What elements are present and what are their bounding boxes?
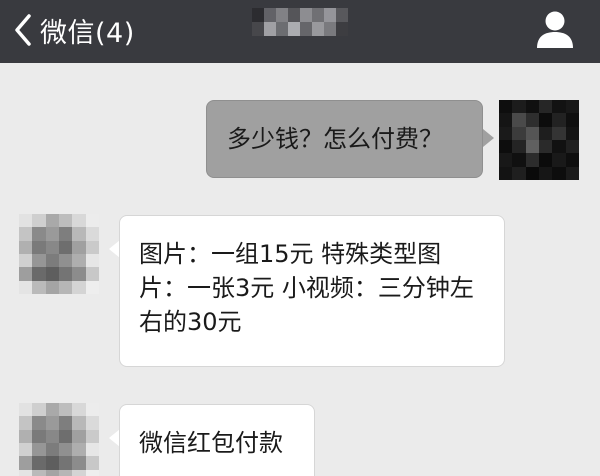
message-row: 多少钱？怎么付费？ xyxy=(0,100,600,182)
message-text: 图片：一组15元 特殊类型图片：一张3元 小视频：三分钟左右的30元 xyxy=(139,240,474,336)
message-row: 图片：一组15元 特殊类型图片：一张3元 小视频：三分钟左右的30元 xyxy=(0,214,600,370)
message-bubble[interactable]: 多少钱？怎么付费？ xyxy=(206,100,483,178)
my-avatar[interactable] xyxy=(499,100,579,180)
contact-avatar[interactable] xyxy=(19,403,99,476)
chat-screen: 微信(4) 多少钱？怎么付费？ 图片：一组15元 特殊类型图片：一张3元 小视频… xyxy=(0,0,600,476)
back-button[interactable]: 微信(4) xyxy=(14,7,135,53)
bubble-tail xyxy=(483,129,494,147)
back-label: 微信(4) xyxy=(40,17,135,49)
message-text: 微信红包付款 xyxy=(139,429,283,457)
chevron-left-icon xyxy=(14,13,32,47)
top-nav-bar: 微信(4) xyxy=(0,0,600,63)
person-icon xyxy=(534,11,576,54)
message-text: 多少钱？怎么付费？ xyxy=(227,125,443,153)
contact-avatar[interactable] xyxy=(19,214,99,294)
message-bubble[interactable]: 微信红包付款 xyxy=(119,404,315,476)
profile-button[interactable] xyxy=(534,8,576,50)
message-row: 微信红包付款 xyxy=(0,403,600,476)
message-bubble[interactable]: 图片：一组15元 特殊类型图片：一张3元 小视频：三分钟左右的30元 xyxy=(119,215,505,367)
contact-name-obscured xyxy=(252,8,348,36)
